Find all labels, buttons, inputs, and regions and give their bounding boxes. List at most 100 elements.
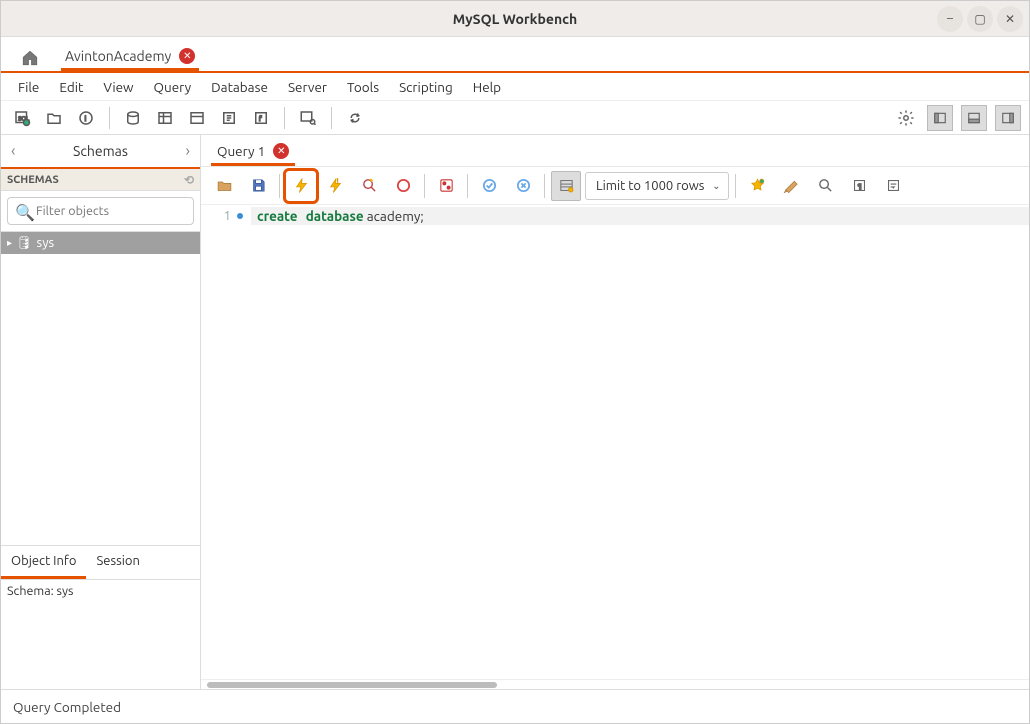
main-toolbar: SQL i f — [1, 101, 1029, 135]
maximize-button[interactable]: ▢ — [967, 6, 993, 32]
editor-gutter: 1 — [201, 207, 251, 679]
filter-objects-input[interactable] — [7, 197, 194, 225]
sidebar: ‹ Schemas › SCHEMAS ⟲ 🔍 ▸ 🛢 sys Object I… — [1, 135, 201, 689]
menu-scripting[interactable]: Scripting — [390, 75, 462, 99]
keyword: create — [257, 208, 298, 224]
keyword: database — [306, 208, 364, 224]
explain-button[interactable] — [354, 171, 384, 201]
sidebar-prev-icon[interactable]: ‹ — [11, 142, 16, 160]
stop-button[interactable] — [388, 171, 418, 201]
execute-current-button[interactable]: I — [320, 171, 350, 201]
line-number: 1 — [224, 209, 231, 223]
tree-expand-icon: ▸ — [7, 237, 12, 249]
schema-tree-item-sys[interactable]: ▸ 🛢 sys — [1, 232, 200, 254]
toolbar-separator — [735, 174, 736, 198]
query-toolbar: I Limit to 1000 rows ⌄ ¶ — [201, 167, 1029, 205]
create-schema-button[interactable] — [120, 105, 146, 131]
query-tab-active[interactable]: Query 1 ✕ — [211, 137, 295, 166]
beautify-button[interactable] — [776, 171, 806, 201]
open-sql-file-button[interactable] — [41, 105, 67, 131]
svg-text:¶: ¶ — [857, 182, 861, 190]
open-script-button[interactable] — [209, 171, 239, 201]
menu-bar: File Edit View Query Database Server Too… — [1, 73, 1029, 101]
toggle-bottom-panel-button[interactable] — [961, 105, 987, 131]
toggle-autocommit-button[interactable] — [431, 171, 461, 201]
sidebar-header-label: Schemas — [73, 143, 128, 159]
menu-server[interactable]: Server — [279, 75, 336, 99]
database-icon: 🛢 — [16, 236, 33, 251]
connection-tab-active[interactable]: AvintonAcademy ✕ — [61, 42, 199, 71]
new-sql-tab-button[interactable]: SQL — [9, 105, 35, 131]
toolbar-separator — [424, 174, 425, 198]
create-function-button[interactable]: f — [248, 105, 274, 131]
toolbar-separator — [544, 174, 545, 198]
save-script-button[interactable] — [243, 171, 273, 201]
window-title: MySQL Workbench — [453, 11, 577, 27]
status-bar: Query Completed — [1, 689, 1029, 723]
window-controls: – ▢ ✕ — [937, 6, 1023, 32]
toolbar-separator — [279, 174, 280, 198]
refresh-icon[interactable]: ⟲ — [184, 173, 194, 187]
object-info-text: Schema: sys — [1, 579, 200, 689]
code-text: academy; — [364, 208, 424, 224]
connection-tab-label: AvintonAcademy — [65, 48, 171, 64]
create-view-button[interactable] — [184, 105, 210, 131]
execute-button[interactable] — [286, 171, 316, 201]
filter-row: 🔍 — [1, 191, 200, 231]
sidebar-header: ‹ Schemas › — [1, 135, 200, 169]
limit-rows-toggle-button[interactable] — [551, 171, 581, 201]
sidebar-bottom: Object Info Session Schema: sys — [1, 545, 200, 689]
toggle-left-panel-button[interactable] — [927, 105, 953, 131]
create-table-button[interactable] — [152, 105, 178, 131]
horizontal-scrollbar[interactable] — [201, 679, 1029, 689]
minimize-button[interactable]: – — [937, 6, 963, 32]
search-table-button[interactable] — [295, 105, 321, 131]
reconnect-button[interactable] — [342, 105, 368, 131]
home-tab[interactable] — [17, 43, 43, 71]
inspector-button[interactable]: i — [73, 105, 99, 131]
menu-file[interactable]: File — [9, 75, 48, 99]
svg-text:I: I — [336, 179, 337, 185]
svg-text:i: i — [85, 115, 87, 123]
search-icon: 🔍 — [15, 203, 35, 222]
toolbar-separator — [109, 107, 110, 129]
menu-help[interactable]: Help — [464, 75, 510, 99]
rollback-button[interactable] — [508, 171, 538, 201]
create-procedure-button[interactable] — [216, 105, 242, 131]
menu-database[interactable]: Database — [202, 75, 277, 99]
commit-button[interactable] — [474, 171, 504, 201]
wrap-text-button[interactable] — [878, 171, 908, 201]
editor-code[interactable]: create database academy; — [251, 207, 1029, 679]
menu-view[interactable]: View — [94, 75, 142, 99]
settings-gear-icon[interactable] — [893, 105, 919, 131]
find-button[interactable] — [810, 171, 840, 201]
menu-query[interactable]: Query — [145, 75, 201, 99]
query-tab-bar: Query 1 ✕ — [201, 135, 1029, 167]
close-button[interactable]: ✕ — [997, 6, 1023, 32]
tab-object-info[interactable]: Object Info — [1, 546, 86, 579]
limit-rows-select[interactable]: Limit to 1000 rows ⌄ — [585, 172, 729, 200]
query-area: Query 1 ✕ I Limit to 1000 rows ⌄ — [201, 135, 1029, 689]
menu-tools[interactable]: Tools — [338, 75, 388, 99]
tree-item-label: sys — [37, 236, 55, 250]
toggle-whitespace-button[interactable]: ¶ — [844, 171, 874, 201]
tab-session[interactable]: Session — [86, 546, 149, 579]
menu-edit[interactable]: Edit — [50, 75, 92, 99]
sidebar-info-tabs: Object Info Session — [1, 545, 200, 579]
query-tab-close-icon[interactable]: ✕ — [273, 143, 289, 159]
status-text: Query Completed — [13, 699, 121, 715]
svg-text:f: f — [259, 115, 262, 123]
limit-rows-label: Limit to 1000 rows — [596, 179, 704, 193]
window-titlebar: MySQL Workbench – ▢ ✕ — [1, 1, 1029, 37]
scrollbar-thumb[interactable] — [207, 682, 497, 688]
connection-tab-bar: AvintonAcademy ✕ — [1, 37, 1029, 73]
tab-close-icon[interactable]: ✕ — [179, 48, 195, 64]
chevron-down-icon: ⌄ — [712, 180, 720, 192]
sql-editor[interactable]: 1 create database academy; — [201, 205, 1029, 679]
schemas-panel-label: SCHEMAS — [7, 174, 59, 186]
query-tab-label: Query 1 — [217, 143, 265, 159]
toggle-right-panel-button[interactable] — [995, 105, 1021, 131]
toolbar-separator — [331, 107, 332, 129]
snippet-button[interactable] — [742, 171, 772, 201]
sidebar-next-icon[interactable]: › — [185, 142, 190, 160]
